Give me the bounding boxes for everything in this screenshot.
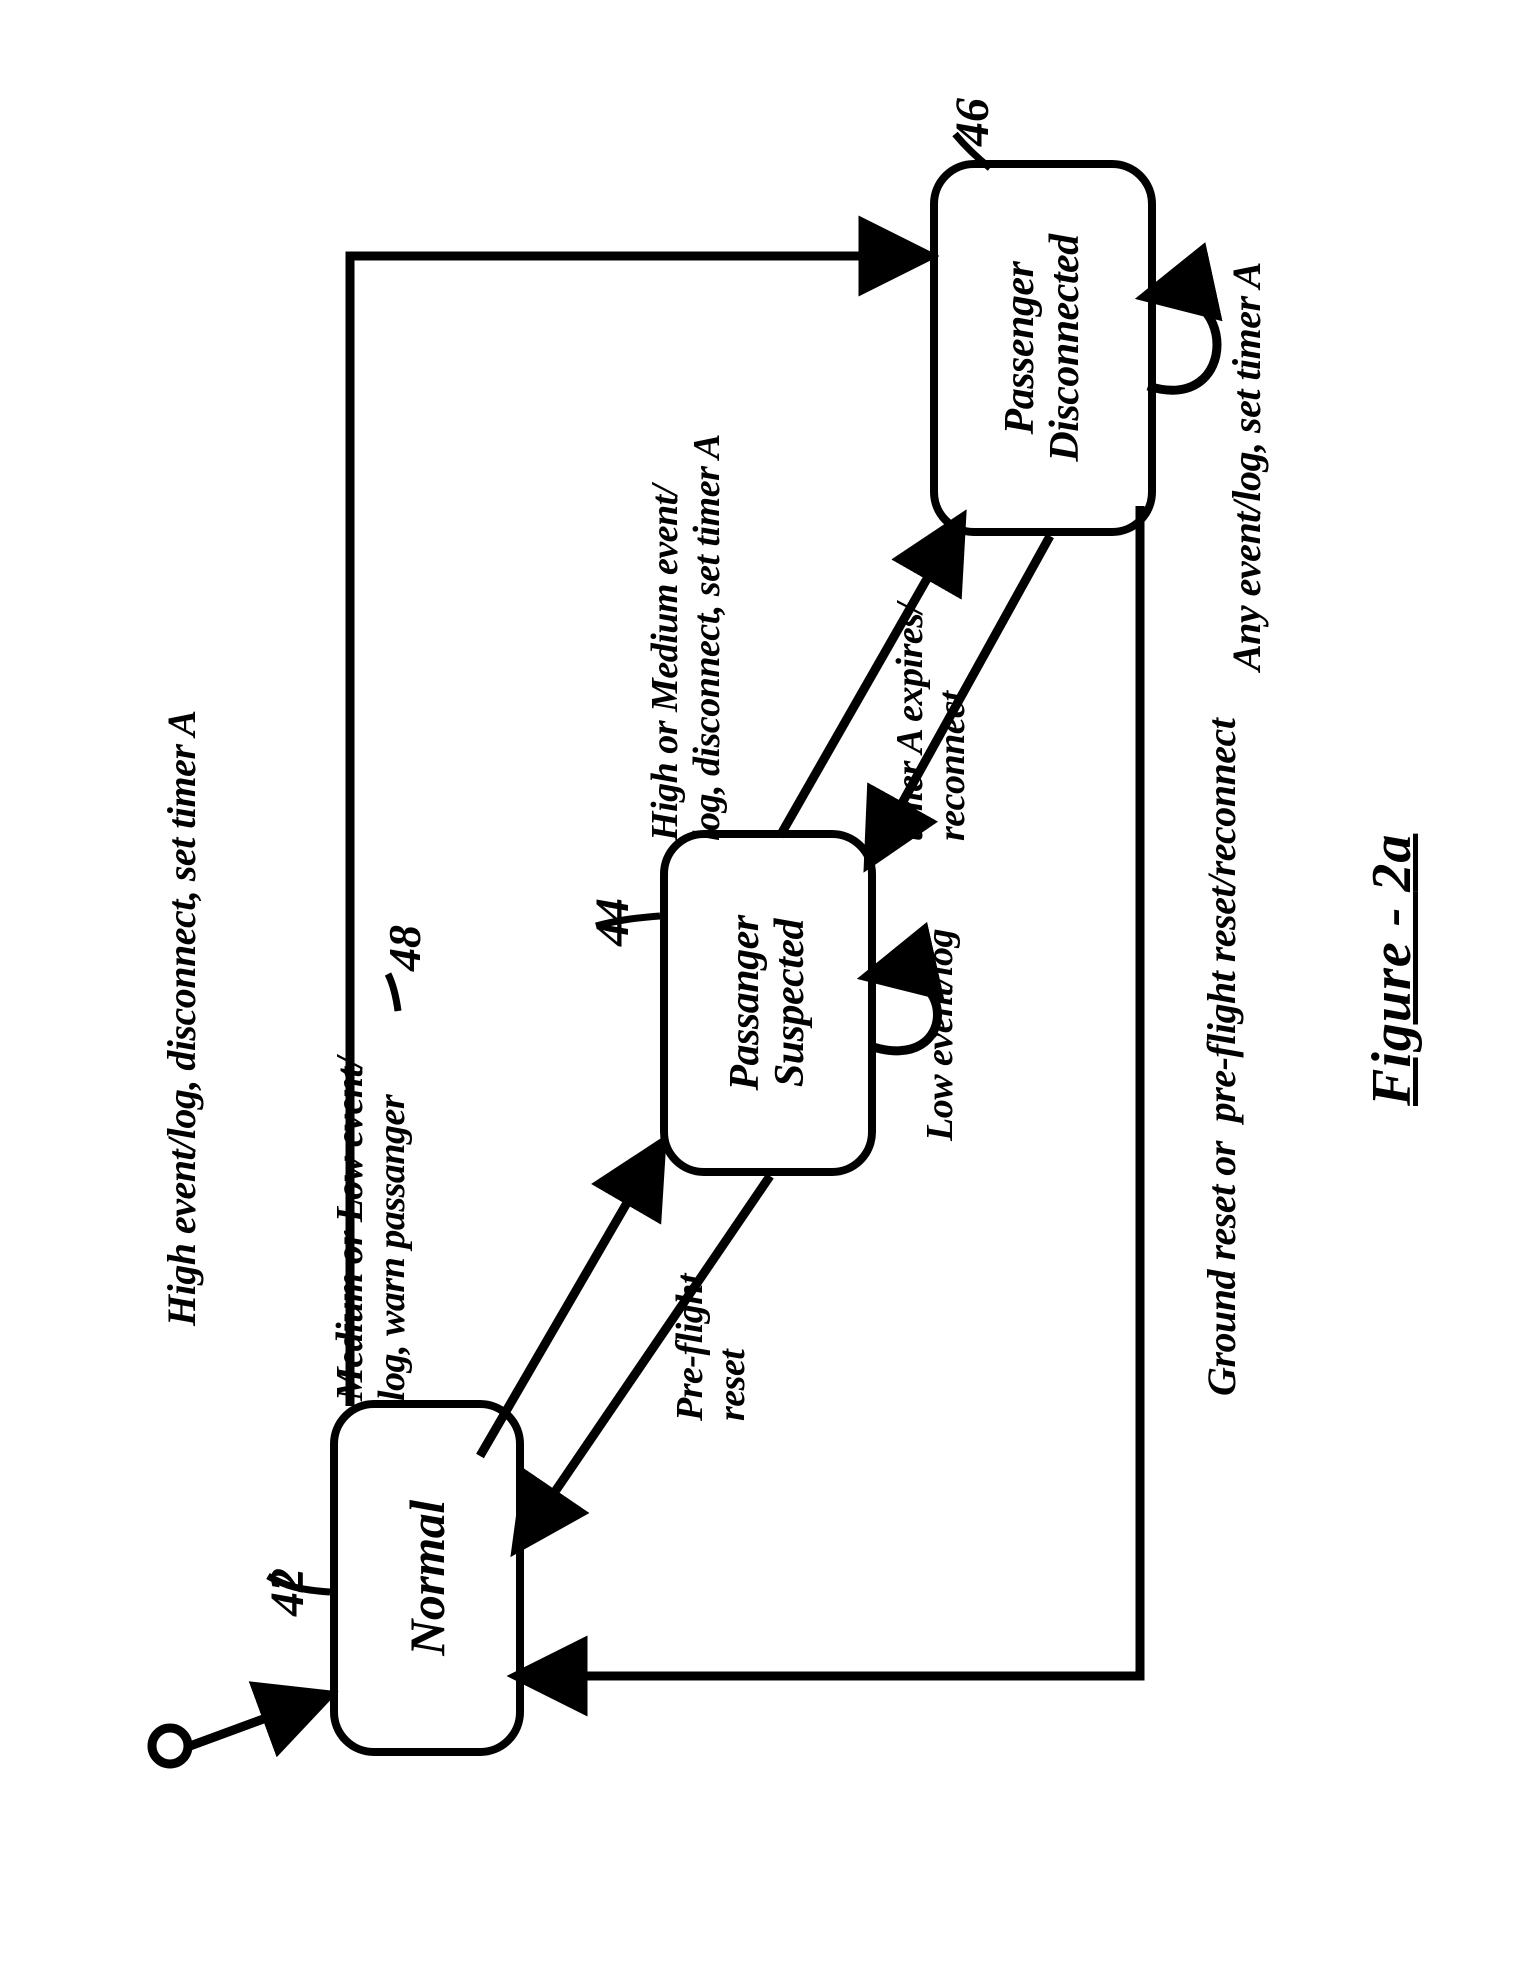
state-diagram: Normal 42 Passanger Suspected 44 Passeng… <box>0 0 1533 1976</box>
edge-suspected-to-normal <box>518 1176 770 1546</box>
edge-normal-to-suspected <box>480 1146 660 1456</box>
edge-suspected-self <box>870 974 938 1051</box>
initial-pseudostate-icon <box>152 1696 326 1764</box>
edge-suspected-to-disconnected <box>780 521 960 836</box>
edge-normal-to-disconnected <box>350 256 926 1406</box>
edge-disconnected-self <box>1148 294 1217 390</box>
connector-layer <box>0 0 1533 1976</box>
edge-disconnected-to-normal <box>520 506 1140 1676</box>
edge-disconnected-to-suspected <box>870 536 1050 861</box>
